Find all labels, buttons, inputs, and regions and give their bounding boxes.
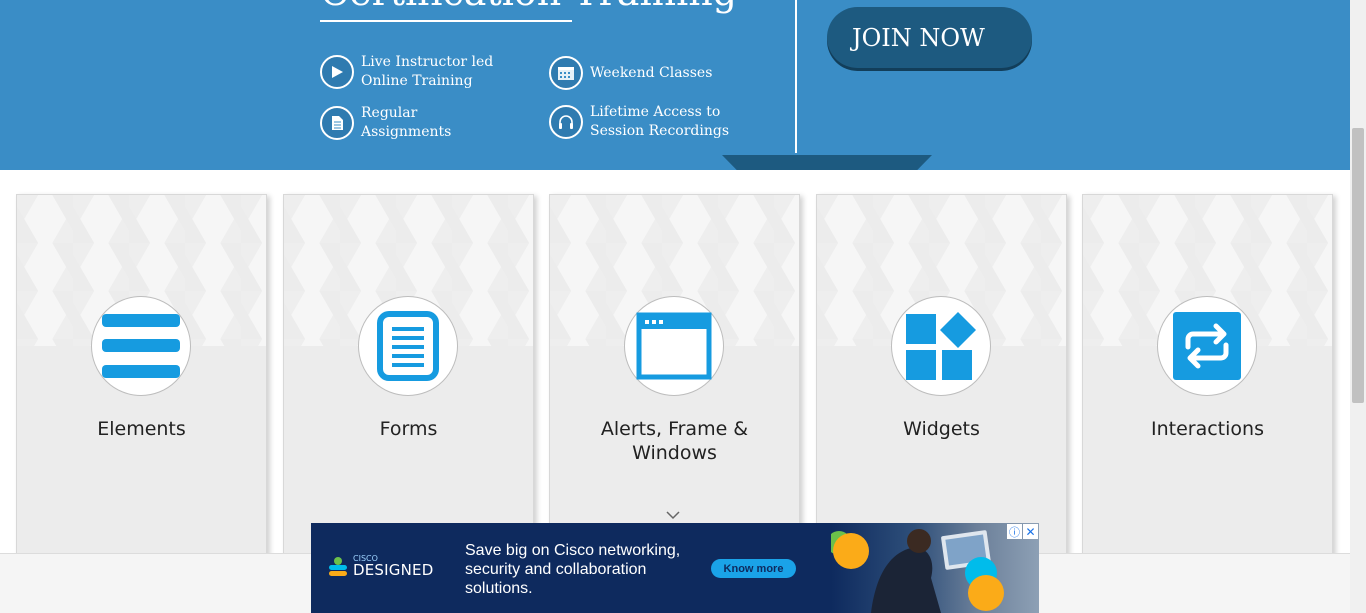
feature-label-line2: Session Recordings (590, 123, 730, 139)
feature-label-line2: Online Training (361, 73, 473, 89)
cisco-ad-banner[interactable]: CISCO DESIGNED Save big on Cisco network… (311, 523, 1039, 613)
feature-label-line2: Assignments (361, 124, 452, 140)
feature-lifetime-access: Lifetime Access to Session Recordings (549, 103, 729, 141)
play-icon (320, 55, 354, 89)
ad-brand: DESIGNED (353, 561, 434, 579)
page-scrollbar[interactable] (1350, 0, 1366, 613)
feature-assignments: Regular Assignments (320, 104, 451, 142)
calendar-icon (549, 56, 583, 90)
form-icon (377, 311, 439, 381)
feature-label-line1: Weekend Classes (590, 64, 713, 81)
hamburger-icon (102, 314, 180, 378)
card-elements[interactable]: Elements (16, 194, 267, 564)
card-title: Forms (379, 418, 438, 440)
window-icon (636, 312, 712, 380)
repeat-icon (1173, 312, 1241, 380)
feature-live-training: Live Instructor led Online Training (320, 53, 493, 91)
card-title: Widgets (903, 418, 980, 440)
card-title: Elements (97, 418, 186, 440)
feature-label-line1: Lifetime Access to (590, 104, 721, 120)
card-icon-circle (624, 296, 724, 396)
card-title: Alerts, Frame & Windows (600, 418, 749, 464)
card-icon-circle (91, 296, 191, 396)
card-icon-circle (891, 296, 991, 396)
title-underline (320, 20, 572, 22)
ad-close-icon[interactable]: ✕ (1023, 524, 1038, 539)
card-icon-circle (1157, 296, 1257, 396)
join-now-button[interactable]: JOIN NOW (827, 7, 1032, 68)
card-title: Interactions (1151, 418, 1264, 440)
cisco-designed-logo: CISCO DESIGNED (327, 555, 433, 578)
widgets-icon (906, 312, 976, 380)
card-interactions[interactable]: Interactions (1082, 194, 1333, 564)
cisco-logo-icon (329, 556, 347, 576)
feature-weekend-classes: Weekend Classes (549, 56, 712, 90)
know-more-button[interactable]: Know more (711, 559, 796, 578)
banner-title: Certification Training (320, 0, 737, 14)
document-icon (320, 106, 354, 140)
headphones-icon (549, 105, 583, 139)
ad-info-icon[interactable]: ⓘ (1007, 524, 1022, 539)
feature-label-line1: Live Instructor led (361, 54, 494, 70)
banner-tab-decoration (722, 155, 932, 170)
chevron-down-icon[interactable] (666, 508, 680, 522)
ad-copy: Save big on Cisco networking, security a… (465, 542, 681, 597)
course-banner: Certification Training Live Instructor l… (0, 0, 1350, 170)
feature-label-line1: Regular (361, 105, 418, 121)
card-forms[interactable]: Forms (283, 194, 534, 564)
card-widgets[interactable]: Widgets (816, 194, 1067, 564)
scrollbar-thumb[interactable] (1352, 128, 1364, 403)
card-icon-circle (358, 296, 458, 396)
banner-divider (795, 0, 797, 153)
